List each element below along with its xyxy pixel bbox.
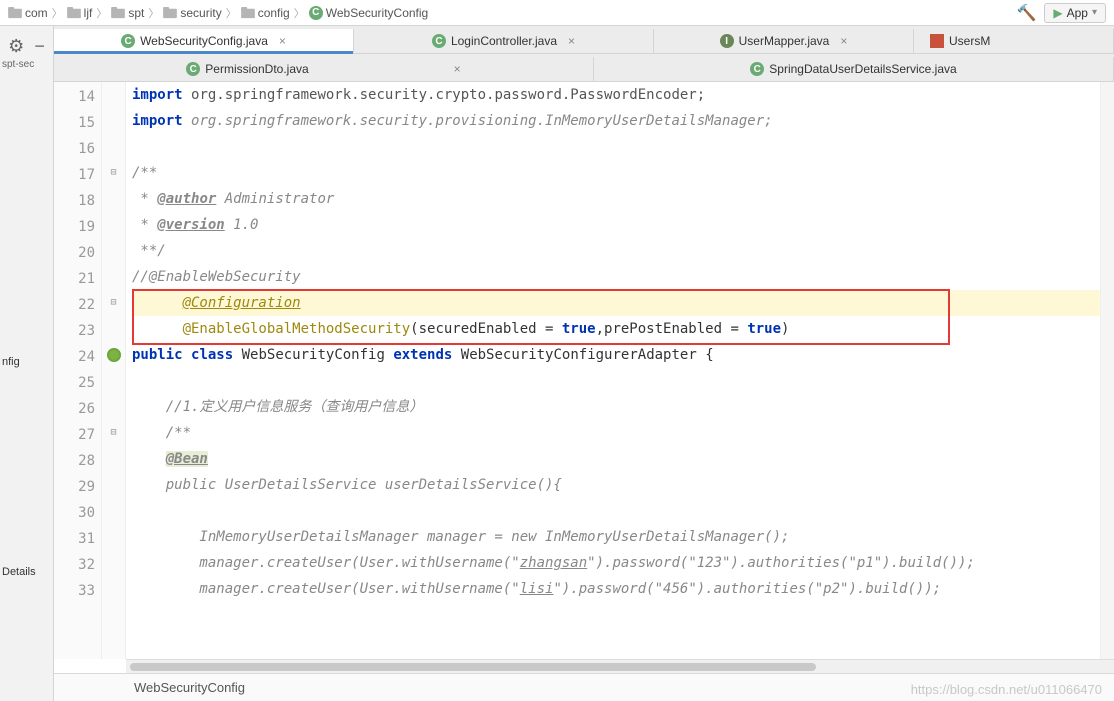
folder-icon — [67, 7, 81, 19]
class-icon: C — [432, 34, 446, 48]
code-body[interactable]: import org.springframework.security.cryp… — [126, 82, 1100, 659]
close-icon[interactable]: × — [454, 62, 461, 76]
breadcrumb-item-config[interactable]: config — [241, 6, 290, 20]
run-app-icon: ▶ — [1053, 6, 1062, 20]
breadcrumb-label: config — [258, 6, 290, 20]
tab-usermapper[interactable]: I UserMapper.java × — [654, 29, 914, 53]
sidebar-item-config[interactable]: nfig — [0, 352, 53, 372]
close-icon[interactable]: × — [840, 34, 847, 48]
tab-usersm[interactable]: UsersM — [914, 29, 1114, 53]
editor-tabs-row-1: C WebSecurityConfig.java × C LoginContro… — [54, 26, 1114, 54]
watermark: https://blog.csdn.net/u011066470 — [911, 682, 1102, 697]
code-editor[interactable]: 1415161718192021222324252627282930313233… — [54, 82, 1114, 659]
chevron-right-icon: 〉 — [96, 5, 107, 21]
breadcrumb-label: spt — [128, 6, 144, 20]
breadcrumb-item-class[interactable]: C WebSecurityConfig — [309, 6, 429, 20]
build-icon[interactable]: 🔨 — [1016, 3, 1036, 23]
close-icon[interactable]: × — [279, 34, 286, 48]
xml-icon — [930, 34, 944, 48]
scrollbar-thumb[interactable] — [130, 663, 816, 671]
editor-area: C WebSecurityConfig.java × C LoginContro… — [54, 26, 1114, 701]
spring-bean-icon[interactable] — [107, 348, 121, 362]
breadcrumb-item-com[interactable]: com — [8, 6, 48, 20]
chevron-right-icon: 〉 — [294, 5, 305, 21]
interface-icon: I — [720, 34, 734, 48]
structure-breadcrumb-label: WebSecurityConfig — [134, 680, 245, 695]
breadcrumb-item-security[interactable]: security — [163, 6, 221, 20]
collapse-icon[interactable]: − — [34, 36, 45, 57]
tab-permissiondto[interactable]: C PermissionDto.java × — [54, 57, 594, 81]
run-config-label: App — [1067, 6, 1088, 20]
gutter-icons: ⊟ ⊟ ⊟ — [102, 82, 126, 659]
chevron-right-icon: 〉 — [226, 5, 237, 21]
class-icon: C — [186, 62, 200, 76]
breadcrumb-label: ljf — [84, 6, 93, 20]
close-icon[interactable]: × — [568, 34, 575, 48]
run-configuration-selector[interactable]: ▶ App ▾ — [1044, 3, 1106, 23]
tab-label: UsersM — [949, 34, 990, 48]
breadcrumb-label: com — [25, 6, 48, 20]
breadcrumb-label: WebSecurityConfig — [326, 6, 429, 20]
project-sidebar[interactable]: ⚙ − spt-sec nfig Details — [0, 26, 54, 701]
gear-icon[interactable]: ⚙ — [8, 36, 24, 57]
tab-label: WebSecurityConfig.java — [140, 34, 268, 48]
breadcrumb-item-ljf[interactable]: ljf — [67, 6, 93, 20]
class-icon: C — [309, 6, 323, 20]
toolbar-right: 🔨 ▶ App ▾ — [1016, 3, 1106, 23]
sidebar-item-details[interactable]: Details — [0, 562, 53, 582]
tab-label: PermissionDto.java — [205, 62, 308, 76]
editor-tabs-row-2: C PermissionDto.java × C SpringDataUserD… — [54, 54, 1114, 82]
chevron-down-icon: ▾ — [1092, 7, 1097, 18]
tab-websecurityconfig[interactable]: C WebSecurityConfig.java × — [54, 29, 354, 53]
chevron-right-icon: 〉 — [148, 5, 159, 21]
folder-icon — [8, 7, 22, 19]
folder-icon — [163, 7, 177, 19]
fold-icon[interactable]: ⊟ — [110, 160, 116, 186]
editor-marker-strip[interactable] — [1100, 82, 1114, 659]
tab-logincontroller[interactable]: C LoginController.java × — [354, 29, 654, 53]
tab-springdatauserdetails[interactable]: C SpringDataUserDetailsService.java — [594, 57, 1114, 81]
folder-icon — [111, 7, 125, 19]
tab-label: UserMapper.java — [739, 34, 830, 48]
class-icon: C — [121, 34, 135, 48]
sidebar-item-project[interactable]: spt-sec — [0, 57, 53, 72]
breadcrumb: com 〉 ljf 〉 spt 〉 security 〉 config 〉 C … — [8, 5, 428, 21]
chevron-right-icon: 〉 — [52, 5, 63, 21]
fold-icon[interactable]: ⊟ — [110, 420, 116, 446]
folder-icon — [241, 7, 255, 19]
tab-label: SpringDataUserDetailsService.java — [769, 62, 956, 76]
line-number-gutter: 1415161718192021222324252627282930313233 — [54, 82, 102, 659]
fold-icon[interactable]: ⊟ — [110, 290, 116, 316]
breadcrumb-item-spt[interactable]: spt — [111, 6, 144, 20]
breadcrumb-label: security — [180, 6, 221, 20]
tab-label: LoginController.java — [451, 34, 557, 48]
breadcrumb-bar: com 〉 ljf 〉 spt 〉 security 〉 config 〉 C … — [0, 0, 1114, 26]
horizontal-scrollbar[interactable] — [126, 659, 1114, 673]
class-icon: C — [750, 62, 764, 76]
